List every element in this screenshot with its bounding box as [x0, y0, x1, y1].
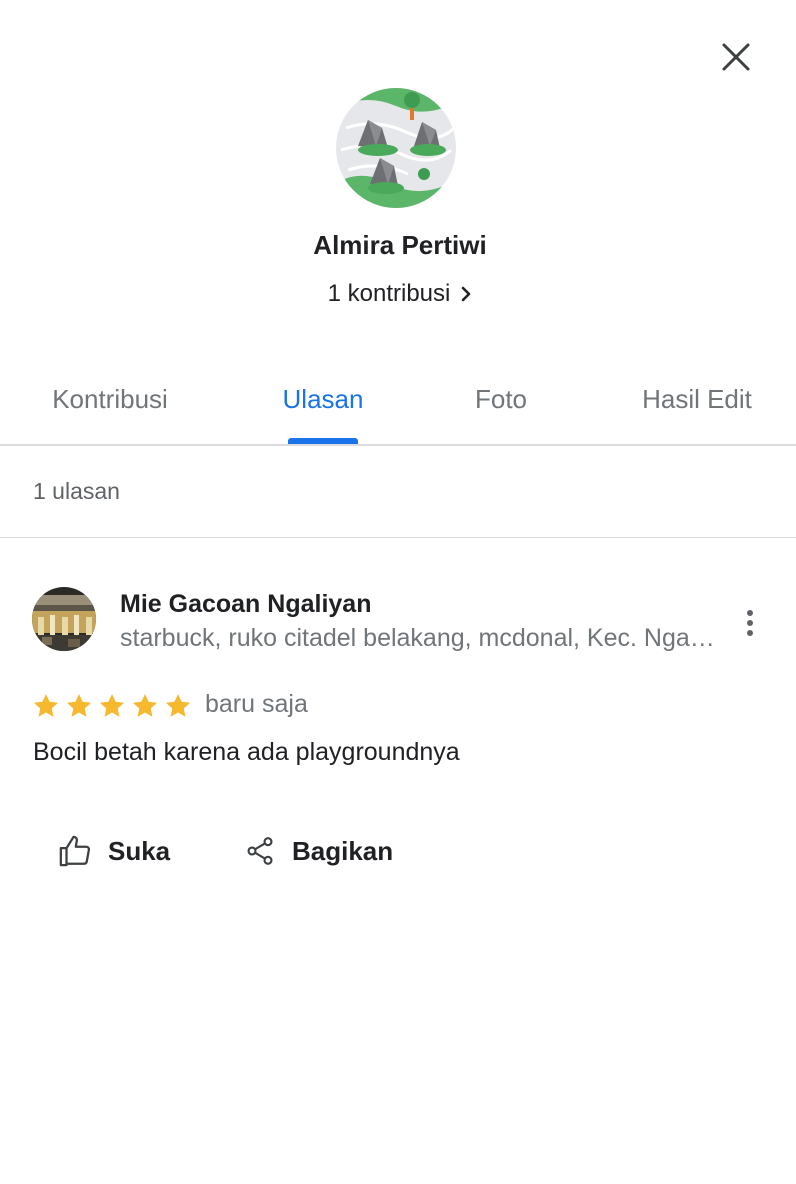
review-text: Bocil betah karena ada playgroundnya: [33, 738, 460, 766]
place-address: starbuck, ruko citadel belakang, mcdonal…: [120, 624, 720, 652]
close-button[interactable]: [712, 33, 760, 81]
star-icon: [66, 694, 92, 717]
tab-label: Ulasan: [282, 384, 364, 414]
share-icon: [244, 834, 276, 868]
tab-label: Foto: [474, 384, 528, 414]
tab-hasil-edit[interactable]: Hasil Edit: [620, 368, 774, 444]
active-tab-indicator: [288, 438, 358, 444]
contributions-link[interactable]: 1 kontribusi: [0, 280, 796, 308]
share-label: Bagikan: [292, 835, 394, 866]
like-label: Suka: [108, 835, 171, 866]
divider: [0, 537, 796, 538]
contributions-label: 1 kontribusi: [327, 280, 451, 307]
place-name[interactable]: Mie Gacoan Ngaliyan: [120, 590, 371, 619]
place-thumbnail[interactable]: [32, 587, 96, 651]
star-rating: [32, 690, 197, 722]
star-icon: [99, 694, 125, 717]
star-icon: [165, 694, 191, 717]
share-button[interactable]: Bagikan: [244, 830, 393, 872]
profile-panel: Almira Pertiwi 1 kontribusi Kontribusi U…: [0, 0, 796, 1184]
like-button[interactable]: Suka: [58, 830, 170, 872]
more-vert-icon: [747, 610, 753, 636]
tab-kontribusi[interactable]: Kontribusi: [22, 368, 198, 444]
star-icon: [132, 694, 158, 717]
thumb-up-icon: [58, 834, 92, 868]
tab-ulasan[interactable]: Ulasan: [246, 368, 400, 444]
tab-bar: Kontribusi Ulasan Foto Hasil Edit: [0, 368, 796, 446]
avatar[interactable]: [336, 88, 456, 208]
tab-label: Kontribusi: [52, 384, 168, 414]
tab-label: Hasil Edit: [642, 384, 752, 414]
review-time: baru saja: [205, 690, 308, 718]
star-icon: [33, 694, 59, 717]
more-options-button[interactable]: [732, 600, 768, 646]
chevron-right-icon: [460, 285, 472, 303]
tab-foto[interactable]: Foto: [446, 368, 556, 444]
review-count: 1 ulasan: [33, 478, 120, 504]
profile-name: Almira Pertiwi: [313, 230, 487, 260]
close-icon: [722, 43, 750, 71]
